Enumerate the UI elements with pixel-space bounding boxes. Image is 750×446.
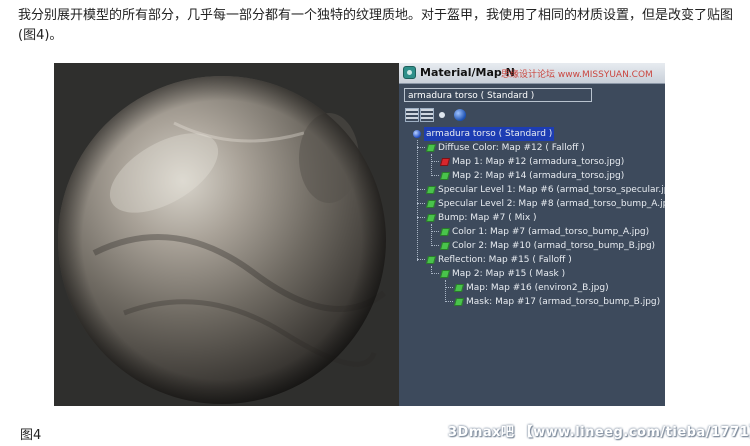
map-icon bbox=[453, 298, 465, 306]
view-list-icons-icon[interactable] bbox=[420, 108, 434, 122]
bottom-watermark: 3Dmax吧 【www.lineeg.com/tieba/1771】 bbox=[448, 425, 750, 440]
title-watermark: 思缘设计论坛 www.MISSYUAN.COM bbox=[501, 70, 653, 80]
map-icon bbox=[425, 214, 437, 222]
app-logo-icon bbox=[403, 66, 416, 79]
material-name-field[interactable]: armadura torso ( Standard ) bbox=[404, 88, 592, 102]
sphere-image bbox=[54, 63, 399, 406]
map-icon bbox=[439, 242, 451, 250]
map-icon bbox=[439, 270, 451, 278]
map-icon bbox=[453, 284, 465, 292]
map-icon-red bbox=[439, 158, 451, 166]
window-titlebar[interactable]: Material/Map N 思缘设计论坛 www.MISSYUAN.COM bbox=[399, 63, 665, 84]
material-preview-render bbox=[54, 63, 399, 406]
view-small-icons-icon[interactable] bbox=[439, 112, 445, 118]
view-large-icons-icon[interactable] bbox=[454, 109, 466, 121]
map-icon bbox=[425, 256, 437, 264]
material-sphere-icon bbox=[413, 130, 421, 138]
material-tree: armadura torso ( Standard ) Diffuse Colo… bbox=[399, 127, 665, 406]
view-list-icon[interactable] bbox=[405, 108, 419, 122]
map-icon bbox=[439, 172, 451, 180]
map-icon bbox=[425, 144, 437, 152]
figure-caption: 图4 bbox=[20, 428, 42, 443]
map-icon bbox=[425, 186, 437, 194]
map-icon bbox=[439, 228, 451, 236]
map-icon bbox=[425, 200, 437, 208]
material-map-navigator: Material/Map N 思缘设计论坛 www.MISSYUAN.COM a… bbox=[399, 63, 665, 406]
intro-paragraph: 我分别展开模型的所有部分，几乎每一部分都有一个独特的纹理质地。对于盔甲，我使用了… bbox=[18, 8, 734, 43]
navigator-toolbar bbox=[399, 106, 665, 124]
